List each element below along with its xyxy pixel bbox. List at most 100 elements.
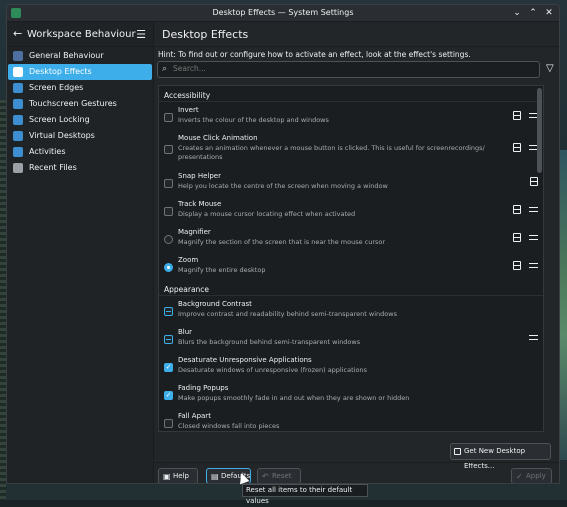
sidebar-item-label: Virtual Desktops <box>29 131 95 140</box>
section-header: Accessibility <box>159 89 543 102</box>
sidebar-item-icon <box>13 99 23 109</box>
maximize-icon[interactable]: ⌃ <box>527 7 539 19</box>
video-preview-icon[interactable] <box>513 261 521 270</box>
effect-name: Invert <box>178 106 199 114</box>
search-field[interactable]: ⌕ <box>157 61 540 78</box>
hint-text: Hint: To find out or configure how to ac… <box>158 50 471 59</box>
video-preview-icon[interactable] <box>513 143 521 152</box>
effect-description: Make popups smoothly fade in and out whe… <box>178 394 410 402</box>
effect-description: Inverts the colour of the desktop and wi… <box>178 116 329 124</box>
effect-row[interactable]: Fall Apart Closed windows fall into piece… <box>159 408 543 431</box>
sidebar-item-label: Recent Files <box>29 163 77 172</box>
hamburger-menu-icon[interactable]: ☰ <box>136 28 146 41</box>
effect-checkbox[interactable]: ✓ <box>164 363 173 372</box>
effect-name: Fading Popups <box>178 384 229 392</box>
effect-checkbox[interactable]: ✓ <box>164 391 173 400</box>
sidebar-title: Workspace Behaviour <box>27 29 136 40</box>
sidebar-item-label: Activities <box>29 147 66 156</box>
effect-name: Mouse Click Animation <box>178 134 258 142</box>
effect-row[interactable]: Blur Blurs the background behind semi-tra… <box>159 324 543 352</box>
effect-checkbox[interactable] <box>164 307 173 316</box>
minimize-icon[interactable]: ⌄ <box>511 7 523 19</box>
sidebar-item-icon <box>13 51 23 61</box>
sidebar-nav: General Behaviour Desktop Effects Screen E… <box>7 47 153 176</box>
effect-checkbox[interactable] <box>164 207 173 216</box>
effect-description: Blurs the background behind semi-transpa… <box>178 338 361 346</box>
footer-divider <box>154 462 559 463</box>
sidebar-item-label: Screen Edges <box>29 83 84 92</box>
download-icon <box>454 448 461 455</box>
help-icon: ▣ <box>163 472 171 481</box>
effect-name: Track Mouse <box>178 200 222 208</box>
sidebar-header: ← Workspace Behaviour ☰ <box>7 22 153 47</box>
effect-description: Improve contrast and readability behind … <box>178 310 397 318</box>
effect-name: Magnifier <box>178 228 211 236</box>
desktop-edge-decoration-right <box>559 150 567 460</box>
apply-label: Apply <box>526 472 546 480</box>
search-input[interactable] <box>173 64 533 73</box>
help-button[interactable]: ▣ Help <box>158 468 198 483</box>
effect-row[interactable]: Track Mouse Display a mouse cursor locati… <box>159 196 543 224</box>
effect-checkbox[interactable] <box>164 145 173 154</box>
reset-label: Reset <box>272 472 292 480</box>
sidebar-item-touchscreen-gestures[interactable]: Touchscreen Gestures <box>8 96 152 112</box>
sidebar-item-icon <box>13 131 23 141</box>
sidebar-item-virtual-desktops[interactable]: Virtual Desktops <box>8 128 152 144</box>
sidebar-item-desktop-effects[interactable]: Desktop Effects <box>8 64 152 80</box>
effect-row[interactable]: ✓ Desaturate Unresponsive Applications Des… <box>159 352 543 380</box>
effect-description: Magnify the entire desktop <box>178 266 266 274</box>
sidebar-item-screen-locking[interactable]: Screen Locking <box>8 112 152 128</box>
effect-description: Creates an animation whenever a mouse bu… <box>178 144 485 161</box>
window-title: Desktop Effects — System Settings <box>212 8 354 17</box>
title-bar[interactable]: Desktop Effects — System Settings ⌄ ⌃ ✕ <box>7 5 559 22</box>
effects-list: Accessibility Invert Inverts the colour of… <box>158 85 544 432</box>
sidebar-item-general-behaviour[interactable]: General Behaviour <box>8 48 152 64</box>
effect-row[interactable]: Background Contrast Improve contrast and … <box>159 296 543 324</box>
help-label: Help <box>173 472 189 480</box>
sidebar-item-label: Desktop Effects <box>29 67 92 76</box>
effect-name: Fall Apart <box>178 412 211 420</box>
sidebar-item-label: General Behaviour <box>29 51 104 60</box>
effect-checkbox[interactable] <box>164 179 173 188</box>
search-icon: ⌕ <box>162 64 168 74</box>
effect-row[interactable]: Magnifier Magnify the section of the scre… <box>159 224 543 252</box>
sidebar-item-activities[interactable]: Activities <box>8 144 152 160</box>
effect-name: Desaturate Unresponsive Applications <box>178 356 312 364</box>
sidebar-item-icon <box>13 115 23 125</box>
reset-button[interactable]: ↶ Reset <box>257 468 301 483</box>
video-preview-icon[interactable] <box>513 233 521 242</box>
get-new-effects-button[interactable]: Get New Desktop Effects... <box>450 443 551 470</box>
effect-name: Zoom <box>178 256 199 264</box>
checkmark-icon: ✓ <box>516 472 523 481</box>
scrollbar[interactable] <box>537 88 542 428</box>
close-icon[interactable]: ✕ <box>543 7 555 19</box>
scrollbar-thumb[interactable] <box>537 88 542 173</box>
page-header: Desktop Effects <box>154 22 559 47</box>
system-settings-window: Desktop Effects — System Settings ⌄ ⌃ ✕ … <box>6 4 560 484</box>
effect-description: Desaturate windows of unresponsive (froz… <box>178 366 367 374</box>
effect-checkbox[interactable] <box>164 419 173 428</box>
video-preview-icon[interactable] <box>513 205 521 214</box>
filter-icon[interactable]: ▽ <box>546 63 554 74</box>
sidebar-item-recent-files[interactable]: Recent Files <box>8 160 152 176</box>
effect-radio[interactable] <box>164 235 173 244</box>
sidebar: ← Workspace Behaviour ☰ General Behaviou… <box>7 22 154 483</box>
effect-row[interactable]: Snap Helper Help you locate the centre of… <box>159 168 543 196</box>
effect-checkbox[interactable] <box>164 113 173 122</box>
sidebar-item-screen-edges[interactable]: Screen Edges <box>8 80 152 96</box>
undo-icon: ↶ <box>262 472 269 481</box>
sidebar-item-icon <box>13 163 23 173</box>
defaults-tooltip: Reset all items to their default values <box>242 484 368 505</box>
effect-row[interactable]: Mouse Click Animation Creates an animatio… <box>159 130 543 168</box>
video-preview-icon[interactable] <box>513 111 521 120</box>
section-header: Appearance <box>159 283 543 296</box>
back-arrow-icon[interactable]: ← <box>13 27 22 40</box>
apply-button[interactable]: ✓ Apply <box>511 468 552 483</box>
effect-row[interactable]: Zoom Magnify the entire desktop <box>159 252 543 280</box>
effect-checkbox[interactable] <box>164 335 173 344</box>
sidebar-item-label: Touchscreen Gestures <box>29 99 117 108</box>
effect-row[interactable]: Invert Inverts the colour of the desktop … <box>159 102 543 130</box>
effect-row[interactable]: ✓ Fading Popups Make popups smoothly fade … <box>159 380 543 408</box>
document-icon: ▤ <box>211 472 219 481</box>
effect-radio[interactable] <box>164 263 173 272</box>
